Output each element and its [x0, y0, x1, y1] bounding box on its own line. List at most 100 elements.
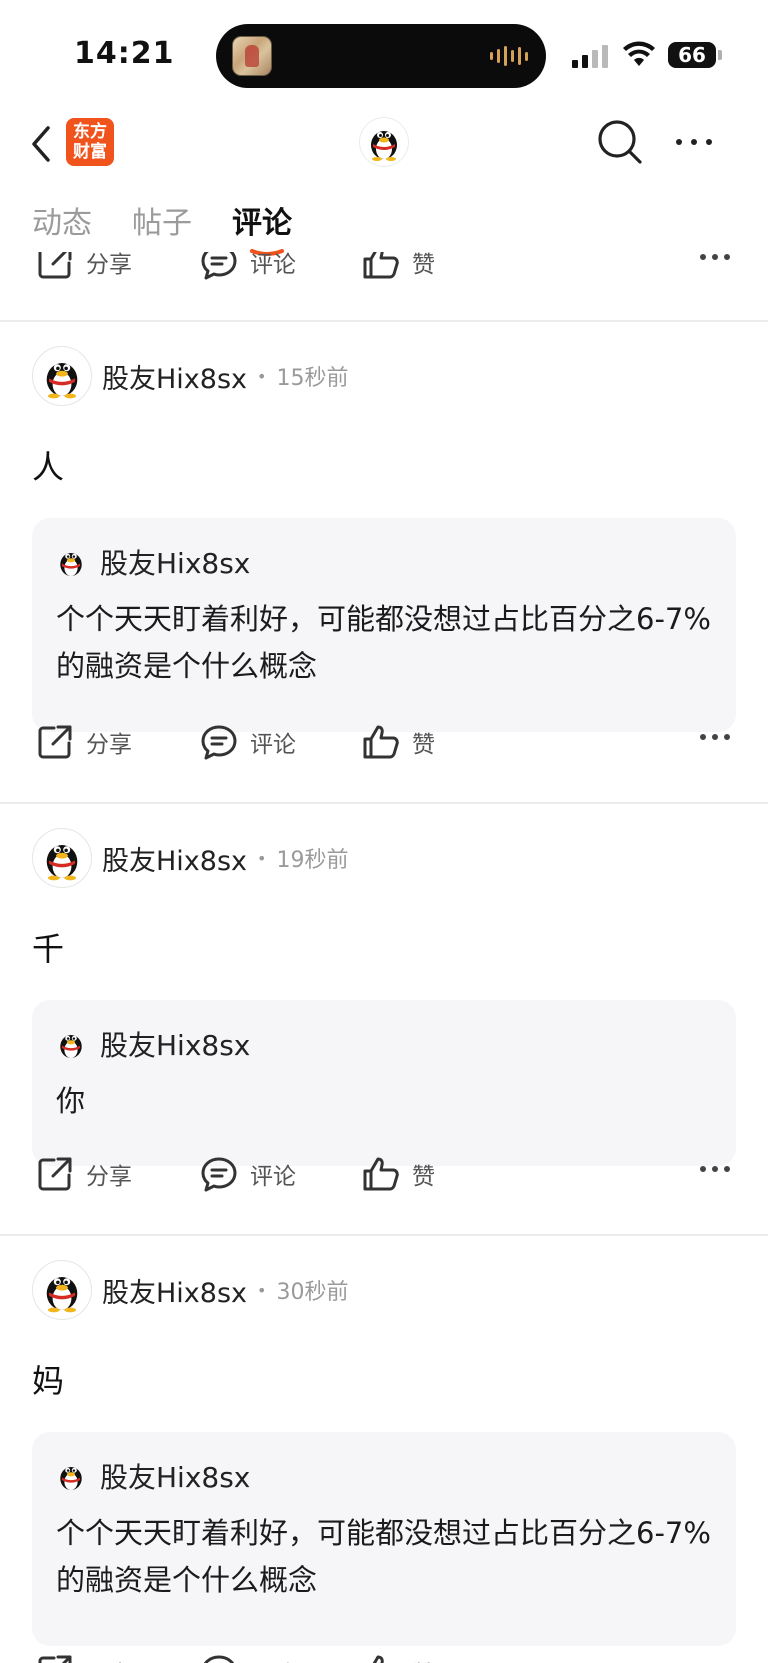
dynamic-island[interactable] — [216, 24, 546, 88]
divider — [0, 802, 768, 804]
quoted-user-avatar — [56, 1029, 86, 1059]
comment-label: 评论 — [250, 252, 296, 278]
share-label: 分享 — [86, 732, 132, 758]
user-avatar[interactable] — [32, 1260, 92, 1320]
quoted-post-header: 股友Hix8sx — [56, 1026, 712, 1062]
like-button[interactable]: 赞 — [362, 1650, 435, 1663]
share-label: 分享 — [86, 1164, 132, 1190]
share-icon — [38, 252, 72, 279]
quoted-post[interactable]: 股友Hix8sx 你 — [32, 1000, 736, 1166]
quoted-text: 你 — [56, 1084, 86, 1118]
share-button[interactable]: 分享 — [36, 1152, 132, 1196]
qq-penguin-avatar — [46, 1277, 78, 1313]
quoted-text: 个个天天盯着利好，可能都没想过占比百分之6-7%的融资是个什么概念 — [56, 602, 711, 683]
cellular-signal-icon — [572, 44, 608, 68]
tab-comments[interactable]: 评论 — [232, 202, 292, 256]
thumbs-up-icon — [363, 1157, 399, 1191]
back-icon[interactable] — [26, 122, 56, 166]
status-time: 14:21 — [74, 36, 175, 71]
separator-dot: • — [257, 848, 267, 868]
comment-icon — [201, 725, 237, 760]
like-label: 赞 — [412, 732, 435, 758]
tab-posts[interactable]: 帖子 — [132, 202, 192, 252]
share-icon — [38, 1157, 72, 1191]
comment-button[interactable]: 评论 — [200, 252, 296, 284]
quoted-username: 股友Hix8sx — [100, 1461, 251, 1494]
comment-text: 妈 — [32, 1362, 65, 1400]
tab-comments-label: 评论 — [232, 206, 292, 241]
tab-activity[interactable]: 动态 — [32, 202, 92, 252]
logo-text-top: 东方 — [73, 122, 107, 142]
comment-icon — [201, 1157, 237, 1192]
battery-level: 66 — [678, 43, 706, 67]
like-label: 赞 — [412, 1655, 435, 1663]
quoted-post[interactable]: 股友Hix8sx 个个天天盯着利好，可能都没想过占比百分之6-7%的融资是个什么… — [32, 518, 736, 732]
comment-label: 评论 — [250, 732, 296, 758]
share-button[interactable]: 分享 — [36, 1650, 132, 1663]
share-button[interactable]: 分享 — [36, 252, 132, 284]
qq-penguin-avatar — [371, 131, 397, 161]
comment-label: 评论 — [250, 1164, 296, 1190]
divider — [0, 1234, 768, 1236]
quoted-post[interactable]: 股友Hix8sx 个个天天盯着利好，可能都没想过占比百分之6-7%的融资是个什么… — [32, 1432, 736, 1646]
qq-penguin-avatar — [60, 1466, 82, 1490]
like-button[interactable]: 赞 — [362, 252, 435, 284]
qq-penguin-avatar — [46, 845, 78, 881]
qq-penguin-avatar — [60, 1034, 82, 1058]
username[interactable]: 股友Hix8sx — [102, 1271, 247, 1310]
audio-wave-icon — [490, 44, 528, 68]
more-icon[interactable] — [698, 1164, 732, 1174]
user-avatar[interactable] — [32, 828, 92, 888]
now-playing-artwork — [232, 36, 272, 76]
comment-button[interactable]: 评论 — [200, 1152, 296, 1196]
thumbs-up-icon — [372, 1655, 384, 1663]
like-button[interactable]: 赞 — [362, 1152, 435, 1196]
search-icon[interactable] — [596, 118, 644, 166]
action-bar: 分享 评论 赞 — [0, 1642, 768, 1663]
like-label: 赞 — [412, 252, 435, 278]
qq-penguin-avatar — [60, 552, 82, 576]
battery-icon: 66 — [668, 42, 722, 68]
timestamp: 19秒前 — [276, 848, 349, 873]
comment-button[interactable]: 评论 — [200, 720, 296, 764]
comment-header: 股友Hix8sx • 30秒前 — [32, 1258, 348, 1322]
header-avatar[interactable] — [360, 118, 408, 166]
user-avatar[interactable] — [32, 346, 92, 406]
comment-icon — [203, 1655, 235, 1663]
logo-text-bottom: 财富 — [73, 142, 107, 162]
timestamp: 30秒前 — [276, 1280, 349, 1305]
more-icon[interactable] — [698, 252, 732, 262]
comment-item[interactable]: 股友Hix8sx • 15秒前 人 股友Hix8sx 个个天天盯着利好，可能都没… — [0, 344, 768, 744]
quoted-user-avatar — [56, 547, 86, 577]
username[interactable]: 股友Hix8sx — [102, 839, 247, 878]
quoted-username: 股友Hix8sx — [100, 1029, 251, 1062]
share-label: 分享 — [86, 252, 132, 278]
app-logo[interactable]: 东方 财富 — [66, 118, 114, 166]
quoted-post-header: 股友Hix8sx — [56, 544, 712, 580]
separator-dot: • — [257, 1280, 267, 1300]
like-button[interactable]: 赞 — [362, 720, 435, 764]
comment-feed[interactable]: 分享 评论 赞 股友Hix8sx • 15秒前 人 股友Hix8sx 个个天天盯… — [0, 252, 768, 1663]
share-icon — [38, 1655, 72, 1663]
comment-button[interactable]: 评论 — [200, 1650, 296, 1663]
quoted-text: 个个天天盯着利好，可能都没想过占比百分之6-7%的融资是个什么概念 — [56, 1516, 711, 1597]
comment-text: 千 — [32, 930, 65, 968]
thumbs-up-icon — [363, 725, 399, 759]
timestamp: 15秒前 — [276, 366, 349, 391]
comment-text: 人 — [32, 448, 65, 486]
comment-icon — [201, 252, 237, 280]
more-icon[interactable] — [672, 130, 716, 154]
quoted-post-header: 股友Hix8sx — [56, 1458, 712, 1494]
comment-item[interactable]: 股友Hix8sx • 30秒前 妈 股友Hix8sx 个个天天盯着利好，可能都没… — [0, 1258, 768, 1658]
thumbs-up-icon — [363, 252, 399, 279]
comment-header: 股友Hix8sx • 19秒前 — [32, 826, 348, 890]
comment-header: 股友Hix8sx • 15秒前 — [32, 344, 348, 408]
status-bar: 14:21 66 — [0, 0, 768, 110]
profile-tabs: 动态 帖子 评论 — [32, 202, 292, 256]
share-button[interactable]: 分享 — [36, 720, 132, 764]
comment-item[interactable]: 股友Hix8sx • 19秒前 千 股友Hix8sx 你 — [0, 826, 768, 1166]
action-bar: 分享 评论 赞 — [0, 1144, 768, 1204]
username[interactable]: 股友Hix8sx — [102, 357, 247, 396]
more-icon[interactable] — [698, 732, 732, 742]
qq-penguin-avatar — [46, 363, 78, 399]
